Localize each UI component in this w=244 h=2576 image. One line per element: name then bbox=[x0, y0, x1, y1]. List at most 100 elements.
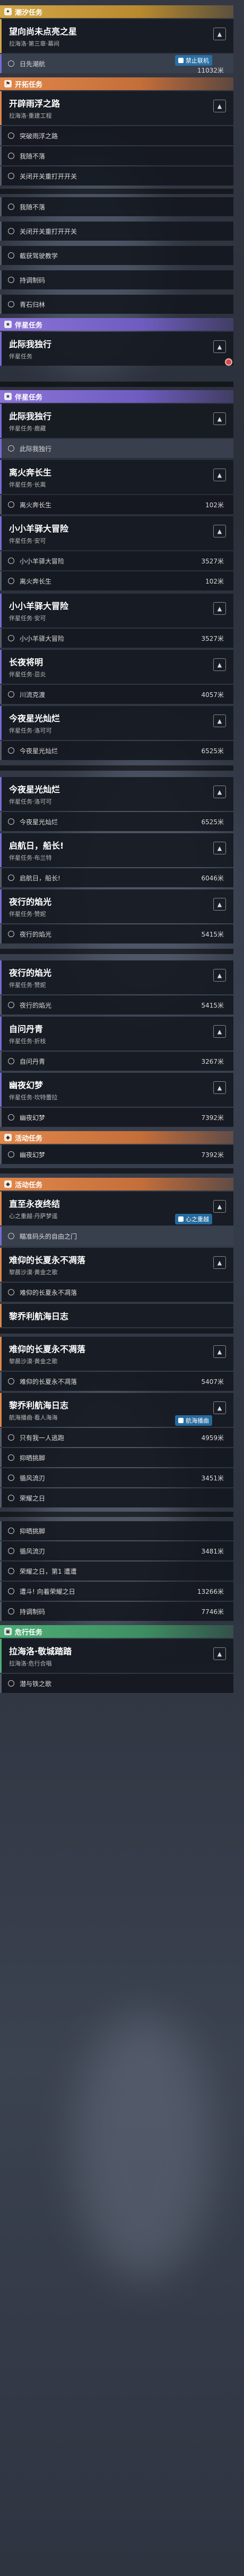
objective-row[interactable]: 夜行的焰光 5415米 bbox=[0, 924, 233, 943]
chevron-up-icon[interactable]: ▲ bbox=[213, 340, 226, 353]
quest-card[interactable]: 小小羊驿大冒险 伴星任务·安可 ▲ bbox=[0, 594, 233, 628]
chevron-up-icon[interactable]: ▲ bbox=[213, 969, 226, 982]
objective-row[interactable]: 循风流刃 3481米 bbox=[0, 1541, 233, 1560]
objective-row[interactable]: 我随不落 bbox=[0, 146, 233, 165]
objective-label: 自问丹青 bbox=[20, 1057, 46, 1065]
objective-row[interactable]: 关闭开关重打开开关 bbox=[0, 222, 233, 241]
objective-row[interactable]: 只有我一人逃跑 4959米 bbox=[0, 1428, 233, 1447]
quest-card[interactable]: 开辟雨浮之路 拉海洛·重建工程 ▲ bbox=[0, 91, 233, 125]
map-pin-icon[interactable] bbox=[225, 358, 232, 366]
objective-row[interactable]: 遭斗! 向着荣耀之日 13266米 bbox=[0, 1582, 233, 1601]
objective-row[interactable]: 难仰的长夏永不凋落 5407米 bbox=[0, 1372, 233, 1391]
objective-row[interactable]: 小小羊驿大冒险 3527米 bbox=[0, 629, 233, 648]
quest-card[interactable]: 长夜将明 伴星任务·忌炎 ▲ bbox=[0, 650, 233, 684]
objective-marker-icon bbox=[8, 747, 14, 754]
objective-row[interactable]: 川流克渡 4057米 bbox=[0, 685, 233, 704]
quest-title: 长夜将明 bbox=[9, 657, 43, 667]
quest-card[interactable]: 夜行的焰光 伴星任务·赞妮 ▲ bbox=[0, 960, 233, 994]
objective-row[interactable]: 荣耀之日 bbox=[0, 1488, 233, 1507]
quest-card[interactable]: 难仰的长夏永不凋落 黎晨沙漠·黄金之歌 ▲ bbox=[0, 1248, 233, 1282]
objective-row[interactable]: 荣耀之日，第1 遭遭 bbox=[0, 1562, 233, 1581]
quest-card[interactable]: 今夜星光灿烂 伴星任务·洛可可 ▲ bbox=[0, 706, 233, 740]
quest-card[interactable]: 望向尚未点亮之星 拉海洛·第三章·幕间 ▲ bbox=[0, 19, 233, 53]
quest-title: 此际我独行 bbox=[9, 339, 52, 349]
quest-card[interactable]: 夜行的焰光 伴星任务·赞妮 ▲ bbox=[0, 889, 233, 923]
objective-row[interactable]: 今夜星光灿烂 6525米 bbox=[0, 741, 233, 760]
quest-subtitle: 伴星任务·布兰特 bbox=[9, 854, 52, 861]
objective-row[interactable]: 此际我独行 bbox=[0, 439, 233, 458]
chevron-up-icon[interactable]: ▲ bbox=[213, 714, 226, 727]
chevron-up-icon[interactable]: ▲ bbox=[213, 658, 226, 671]
quest-card[interactable]: 幽夜幻梦 伴星任务·坎特蕾拉 ▲ bbox=[0, 1073, 233, 1107]
objective-label: 日先潮航 bbox=[20, 60, 46, 68]
quest-subtitle: 伴星任务·赞妮 bbox=[9, 982, 46, 989]
objective-row[interactable]: 截获驾驶教学 bbox=[0, 246, 233, 265]
objective-row[interactable]: 关闭开关重打开开关 bbox=[0, 166, 233, 186]
chevron-up-icon[interactable]: ▲ bbox=[213, 898, 226, 911]
quest-card[interactable]: 难仰的长夏永不凋落 黎晨沙漠·黄金之歌 ▲ bbox=[0, 1337, 233, 1371]
quest-card[interactable]: 此际我独行 伴星任务 ▲ bbox=[0, 332, 233, 366]
quest-card[interactable]: 今夜星光灿烂 伴星任务·洛可可 ▲ bbox=[0, 777, 233, 811]
objective-marker-icon bbox=[8, 1495, 14, 1501]
objective-label: 荣耀之日，第1 遭遭 bbox=[20, 1567, 77, 1575]
objective-label: 幽夜幻梦 bbox=[20, 1151, 46, 1159]
chevron-up-icon[interactable]: ▲ bbox=[213, 1081, 226, 1094]
quest-title: 今夜星光灿烂 bbox=[9, 713, 60, 724]
objective-marker-icon bbox=[8, 445, 14, 452]
objective-marker-icon bbox=[8, 1114, 14, 1121]
chevron-up-icon[interactable]: ▲ bbox=[213, 842, 226, 854]
chevron-up-icon[interactable]: ▲ bbox=[213, 1256, 226, 1269]
objective-row[interactable]: 我随不落 bbox=[0, 197, 233, 216]
objective-row[interactable]: 突破雨浮之路 bbox=[0, 126, 233, 145]
objective-row[interactable]: 青石归林 bbox=[0, 295, 233, 314]
quest-card[interactable]: 小小羊驿大冒险 伴星任务·安可 ▲ bbox=[0, 516, 233, 550]
objective-row[interactable]: 抑晒挑脚 bbox=[0, 1521, 233, 1540]
chevron-up-icon[interactable]: ▲ bbox=[213, 1401, 226, 1414]
badge-label: 禁止联机 bbox=[186, 57, 209, 64]
quest-card[interactable]: 黎乔利航海日志 bbox=[0, 1304, 233, 1327]
quest-title: 黎乔利航海日志 bbox=[9, 1400, 69, 1410]
objective-row[interactable]: 今夜星光灿烂 6525米 bbox=[0, 812, 233, 831]
objective-row[interactable]: 自问丹青 3267米 bbox=[0, 1052, 233, 1071]
chevron-up-icon[interactable]: ▲ bbox=[213, 525, 226, 537]
objective-row[interactable]: 抑晒挑脚 bbox=[0, 1448, 233, 1467]
objective-row[interactable]: 循风流刃 3451米 bbox=[0, 1468, 233, 1487]
objective-row[interactable]: 启航日，船长! 6046米 bbox=[0, 868, 233, 887]
chevron-up-icon[interactable]: ▲ bbox=[213, 100, 226, 112]
objective-row[interactable]: 离火奔长生 102米 bbox=[0, 571, 233, 590]
objective-row[interactable]: 潜与铁之歌 bbox=[0, 1674, 233, 1693]
chevron-up-icon[interactable]: ▲ bbox=[213, 469, 226, 481]
quest-card[interactable]: 离火奔长生 伴星任务·长离 ▲ bbox=[0, 460, 233, 494]
chevron-up-icon[interactable]: ▲ bbox=[213, 1200, 226, 1213]
badge-label: 航海播曲 bbox=[186, 1417, 209, 1424]
objective-row[interactable]: 瞄准码头的自由之门 bbox=[0, 1227, 233, 1246]
objective-row[interactable]: 小小羊驿大冒险 3527米 bbox=[0, 551, 233, 570]
objective-row[interactable]: 幽夜幻梦 7392米 bbox=[0, 1108, 233, 1127]
objective-row[interactable]: 幽夜幻梦 7392米 bbox=[0, 1145, 233, 1164]
chevron-up-icon[interactable]: ▲ bbox=[213, 412, 226, 425]
chevron-up-icon[interactable]: ▲ bbox=[213, 1647, 226, 1660]
objective-row[interactable]: 持调制码 bbox=[0, 270, 233, 289]
chevron-up-icon[interactable]: ▲ bbox=[213, 1025, 226, 1038]
quest-card[interactable]: 启航日，船长! 伴星任务·布兰特 ▲ bbox=[0, 833, 233, 867]
chevron-up-icon[interactable]: ▲ bbox=[213, 1345, 226, 1358]
objective-label: 今夜星光灿烂 bbox=[20, 747, 58, 755]
objective-label: 川流克渡 bbox=[20, 691, 46, 699]
quest-card[interactable]: 自问丹青 伴星任务·折枝 ▲ bbox=[0, 1017, 233, 1051]
objective-row[interactable]: 夜行的焰光 5415米 bbox=[0, 995, 233, 1014]
objective-distance: 3481米 bbox=[201, 1547, 224, 1555]
objective-distance: 7392米 bbox=[201, 1151, 224, 1159]
objective-marker-icon bbox=[8, 277, 14, 283]
objective-distance: 3527米 bbox=[201, 634, 224, 642]
chevron-up-icon[interactable]: ▲ bbox=[213, 602, 226, 615]
chevron-up-icon[interactable]: ▲ bbox=[213, 786, 226, 798]
objective-label: 突破雨浮之路 bbox=[20, 132, 58, 140]
quest-subtitle: 伴星任务·安可 bbox=[9, 615, 46, 622]
objective-row[interactable]: 离火奔长生 102米 bbox=[0, 495, 233, 514]
chevron-up-icon[interactable]: ▲ bbox=[213, 28, 226, 40]
quest-subtitle: 拉海洛·第三章·幕间 bbox=[9, 40, 59, 47]
objective-row[interactable]: 难仰的长夏永不凋落 bbox=[0, 1283, 233, 1302]
quest-card[interactable]: 拉海洛·敬城踏踏 拉海洛·危行合唱 ▲ bbox=[0, 1639, 233, 1673]
quest-card[interactable]: 此际我独行 伴星任务·鹿藏 ▲ bbox=[0, 404, 233, 438]
objective-row[interactable]: 持调制码 7746米 bbox=[0, 1602, 233, 1621]
